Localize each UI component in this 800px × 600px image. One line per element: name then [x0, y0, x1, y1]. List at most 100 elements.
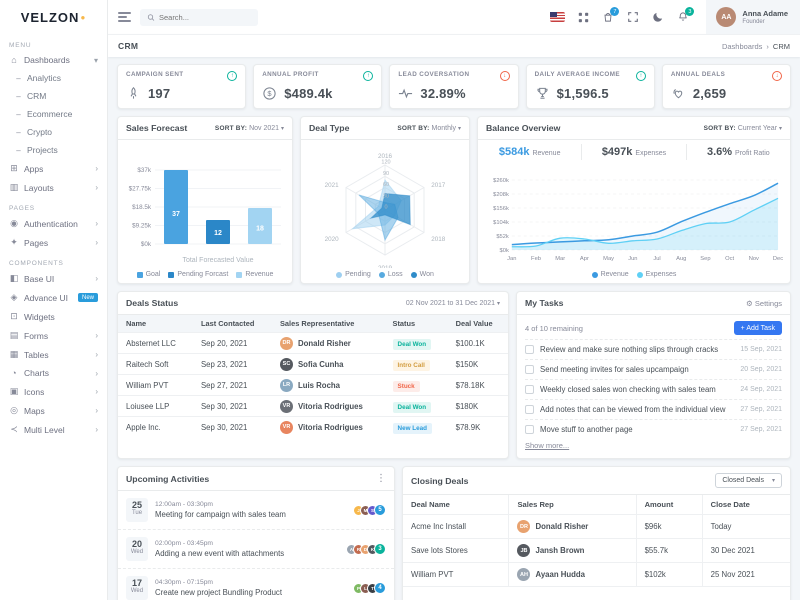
kpi-annual-profit: ANNUAL PROFIT ↑ $ $489.4k [253, 64, 382, 109]
sales-forecast-legend[interactable]: Goal Pending Forcast Revenue [137, 268, 274, 278]
sidebar-item[interactable]: MENU [0, 34, 107, 51]
add-task-button[interactable]: + Add Task [734, 321, 782, 335]
sidebar-item[interactable]: – Analytics [0, 69, 107, 87]
card-title: Balance Overview [486, 123, 560, 133]
deal-last-contacted: Sep 23, 2021 [193, 354, 272, 375]
user-menu[interactable]: AA Anna Adame Founder [706, 0, 800, 34]
deal-type-radar-chart: 0306090120201620172018201920202021 [307, 148, 463, 268]
svg-text:$: $ [268, 89, 273, 98]
kpi-label: CAMPAIGN SENT [126, 71, 184, 78]
sidebar-item[interactable]: ◔ Charts › [0, 364, 107, 382]
legend-item[interactable]: Expenses [637, 271, 677, 278]
apps-grid-icon[interactable] [578, 12, 589, 23]
sidebar-item[interactable]: PAGES [0, 197, 107, 214]
search-box[interactable] [140, 9, 258, 26]
sidebar-item[interactable]: – Ecommerce [0, 105, 107, 123]
sidebar-item-icon: – [15, 146, 22, 155]
card-title: My Tasks [525, 298, 563, 308]
sidebar-item[interactable]: ◧ Base UI › [0, 269, 107, 288]
sidebar-item[interactable]: – Crypto [0, 123, 107, 141]
pulse-icon [398, 86, 413, 101]
svg-text:$9.25k: $9.25k [132, 223, 152, 230]
cart-icon[interactable]: 7 [602, 11, 614, 23]
deal-value: $100.1K [448, 333, 508, 354]
legend-item[interactable]: Revenue [592, 271, 629, 278]
svg-text:Dec: Dec [773, 256, 783, 262]
sidebar-item[interactable]: ◎ Maps › [0, 401, 107, 420]
deal-name: Raitech Soft [118, 354, 193, 375]
svg-text:Sep: Sep [700, 256, 710, 262]
deal-type-legend[interactable]: Pending Loss Won [336, 268, 434, 278]
sidebar-item-label: PAGES [9, 205, 35, 212]
legend-item[interactable]: Loss [379, 271, 403, 278]
deal-amount: $102k [636, 563, 702, 587]
sidebar-item[interactable]: ◈ Advance UI New [0, 288, 107, 307]
chevron-icon: › [95, 183, 98, 192]
notifications-bell-icon[interactable]: 3 [677, 11, 689, 23]
legend-item[interactable]: Goal [137, 271, 161, 278]
user-name: Anna Adame [742, 9, 788, 18]
sidebar-item[interactable]: ▦ Tables › [0, 345, 107, 364]
svg-text:Oct: Oct [725, 256, 734, 262]
activity-item: 17Wed 04:30pm - 07:15pm Create new proje… [118, 569, 394, 600]
balance-overview-legend[interactable]: Revenue Expenses [592, 268, 677, 278]
balance-overview-sort-dropdown[interactable]: SORT BY: Current Year ▾ [704, 125, 782, 132]
deal-name: William PVT [118, 375, 193, 396]
sidebar-item[interactable]: ⌂ Dashboards ▾ [0, 51, 107, 69]
sidebar-item[interactable]: ⊞ Apps › [0, 159, 107, 178]
status-badge: Stuck [393, 381, 420, 392]
tasks-settings-button[interactable]: ⚙ Settings [746, 299, 782, 308]
logo[interactable]: VELZON● [0, 0, 107, 34]
search-input[interactable] [159, 13, 251, 22]
more-options-icon[interactable]: ⋮ [376, 473, 386, 484]
sidebar-item[interactable]: ◉ Authentication › [0, 214, 107, 233]
task-item: Weekly closed sales won checking with sa… [525, 379, 782, 399]
deal-last-contacted: Sep 30, 2021 [193, 417, 272, 438]
sidebar-item-label: Analytics [27, 73, 61, 83]
sidebar-item-icon: ▥ [9, 182, 19, 193]
sidebar-item[interactable]: – CRM [0, 87, 107, 105]
kpi-label: LEAD COVERSATION [398, 71, 469, 78]
language-flag-icon[interactable] [550, 12, 565, 22]
sidebar-item[interactable]: ✦ Pages › [0, 233, 107, 252]
chevron-icon: › [95, 369, 98, 378]
sidebar-item[interactable]: ▣ Icons › [0, 382, 107, 401]
task-checkbox[interactable] [525, 345, 534, 354]
deals-period-dropdown[interactable]: 02 Nov 2021 to 31 Dec 2021 ▾ [406, 300, 500, 307]
kpi-campaign-sent: CAMPAIGN SENT ↑ 197 [117, 64, 246, 109]
sales-forecast-sort-dropdown[interactable]: SORT BY: Nov 2021 ▾ [215, 125, 284, 132]
legend-item[interactable]: Pending [336, 271, 371, 278]
sidebar-item[interactable]: COMPONENTS [0, 252, 107, 269]
legend-item[interactable]: Won [411, 271, 434, 278]
chevron-icon: › [95, 425, 98, 434]
task-text: Review and make sure nothing slips throu… [540, 345, 718, 354]
fullscreen-icon[interactable] [627, 11, 639, 23]
sidebar-item[interactable]: ≺ Multi Level › [0, 420, 107, 439]
sidebar-item[interactable]: – Projects [0, 141, 107, 159]
deal-type-sort-dropdown[interactable]: SORT BY: Monthly ▾ [397, 125, 461, 132]
sidebar-item[interactable]: ▥ Layouts › [0, 178, 107, 197]
svg-text:$18.5k: $18.5k [132, 204, 152, 211]
sales-rep-name: Ayaan Hudda [535, 570, 585, 579]
legend-item[interactable]: Revenue [236, 271, 273, 278]
show-more-link[interactable]: Show more... [517, 439, 790, 456]
task-checkbox[interactable] [525, 425, 534, 434]
task-checkbox[interactable] [525, 405, 534, 414]
task-item: Add notes that can be viewed from the in… [525, 399, 782, 419]
sidebar-item[interactable]: ⊡ Widgets [0, 307, 107, 326]
task-checkbox[interactable] [525, 365, 534, 374]
dark-mode-moon-icon[interactable] [652, 11, 664, 23]
more-attendees-badge: 4 [374, 582, 386, 594]
sidebar-item[interactable]: ▤ Forms › [0, 326, 107, 345]
sidebar-item-label: Ecommerce [27, 109, 72, 119]
activity-title: Meeting for campaign with sales team [155, 510, 350, 519]
card-title: Closing Deals [411, 476, 468, 486]
task-checkbox[interactable] [525, 385, 534, 394]
sidebar-item-label: Icons [24, 387, 44, 397]
legend-item[interactable]: Pending Forcast [168, 271, 228, 278]
closed-deals-select[interactable]: Closed Deals▾ [715, 473, 782, 488]
breadcrumb-root[interactable]: Dashboards [722, 42, 762, 51]
hamburger-menu-icon[interactable] [118, 12, 131, 22]
deal-amount: $96k [636, 515, 702, 539]
svg-text:12: 12 [214, 230, 222, 237]
